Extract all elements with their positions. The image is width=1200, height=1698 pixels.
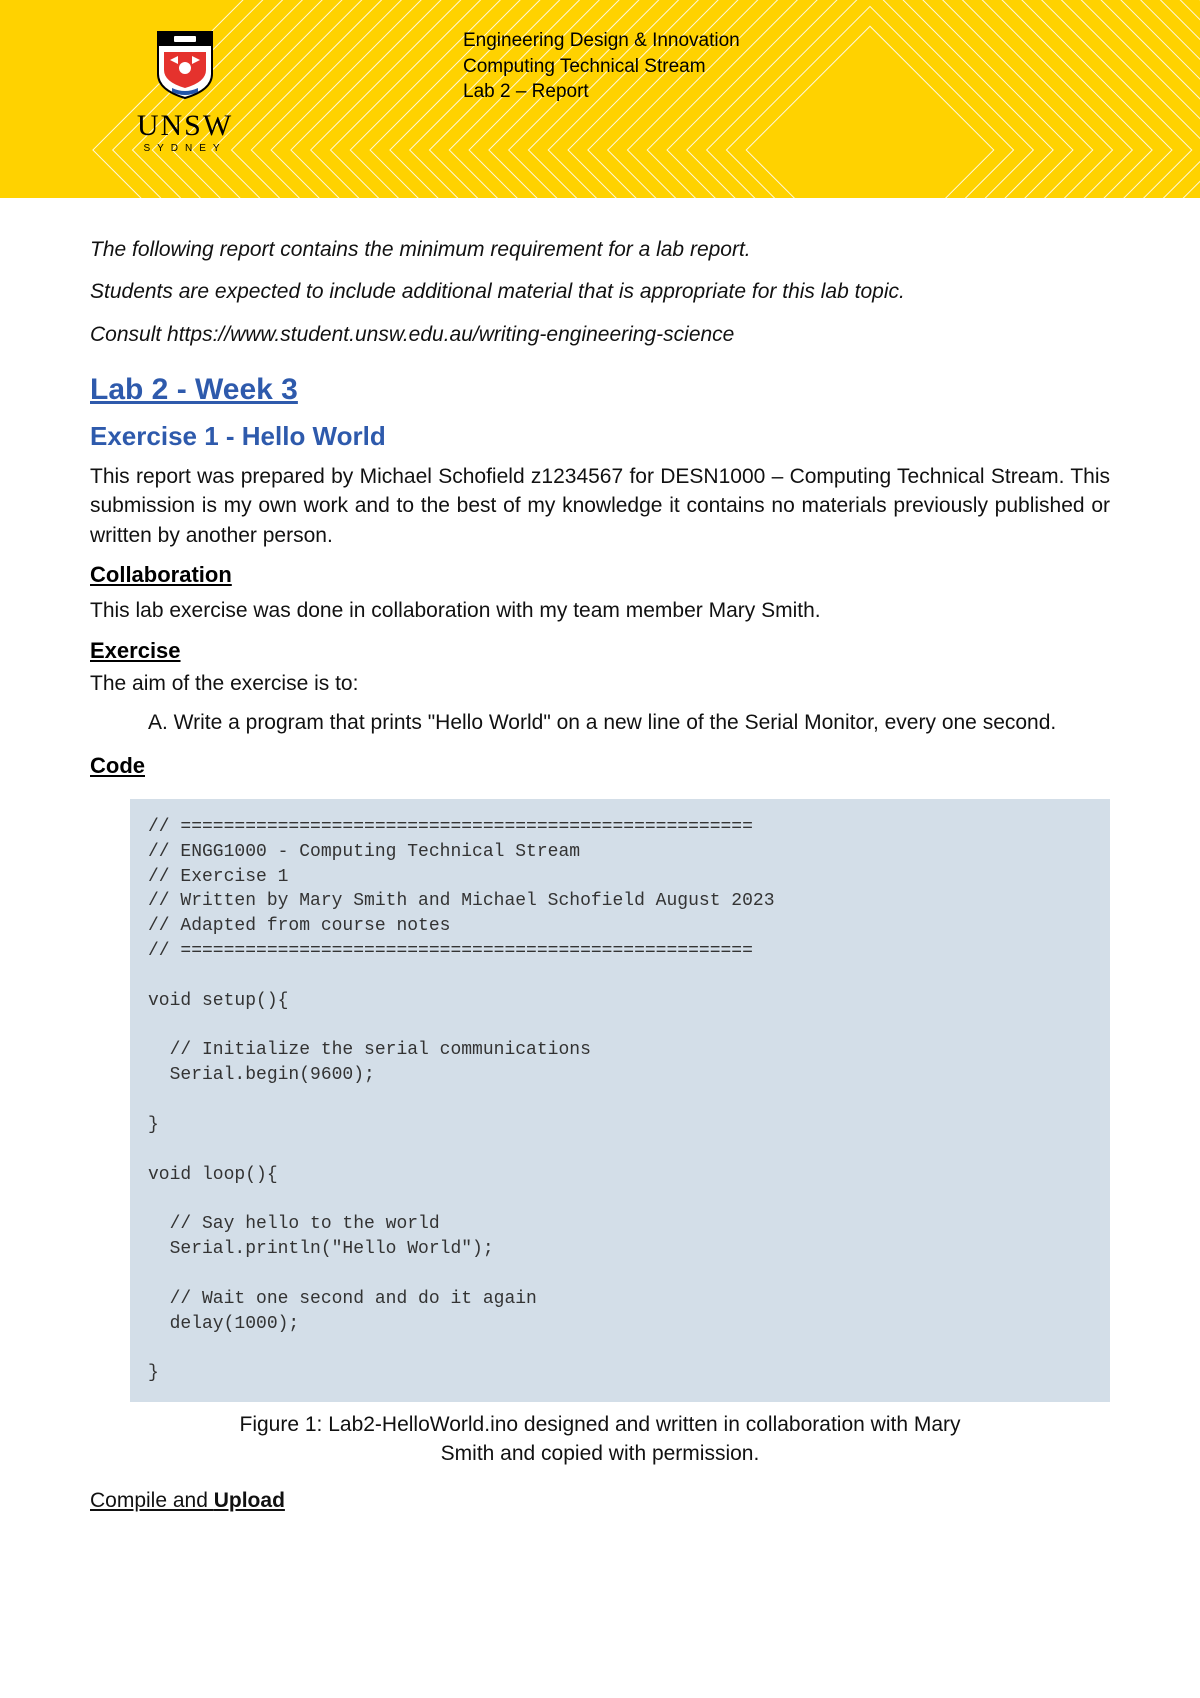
university-logo: UNSW SYDNEY — [120, 30, 250, 154]
intro-p2: Students are expected to include additio… — [90, 278, 1110, 306]
collaboration-heading: Collaboration — [90, 562, 1110, 588]
exercise-title: Exercise 1 - Hello World — [90, 421, 1110, 452]
collaboration-text: This lab exercise was done in collaborat… — [90, 596, 1110, 625]
page-content: The following report contains the minimu… — [0, 198, 1200, 1513]
exercise-heading: Exercise — [90, 638, 1110, 664]
intro-p3: Consult https://www.student.unsw.edu.au/… — [90, 321, 1110, 349]
header-line-3: Lab 2 – Report — [463, 79, 740, 105]
page-title: Lab 2 - Week 3 — [90, 373, 1110, 407]
logo-subtext: SYDNEY — [120, 143, 250, 154]
figure-caption: Figure 1: Lab2-HelloWorld.ino designed a… — [210, 1410, 990, 1469]
logo-text: UNSW — [120, 111, 250, 141]
shield-icon — [156, 30, 214, 100]
compile-upload-heading: Compile and Upload — [90, 1489, 1110, 1513]
compile-bold: Upload — [214, 1489, 285, 1512]
header-meta: Engineering Design & Innovation Computin… — [463, 28, 740, 105]
exercise-item: A. Write a program that prints "Hello Wo… — [148, 708, 1100, 737]
header-line-1: Engineering Design & Innovation — [463, 28, 740, 54]
code-block: // =====================================… — [130, 799, 1110, 1402]
intro-p1: The following report contains the minimu… — [90, 236, 1110, 264]
author-statement: This report was prepared by Michael Scho… — [90, 462, 1110, 550]
header-band: UNSW SYDNEY Engineering Design & Innovat… — [0, 0, 1200, 198]
compile-prefix: Compile and — [90, 1489, 214, 1512]
code-heading: Code — [90, 753, 1110, 779]
intro-block: The following report contains the minimu… — [90, 236, 1110, 349]
exercise-aim: The aim of the exercise is to: — [90, 672, 1110, 696]
decorative-lines — [320, 0, 1200, 198]
header-line-2: Computing Technical Stream — [463, 54, 740, 80]
